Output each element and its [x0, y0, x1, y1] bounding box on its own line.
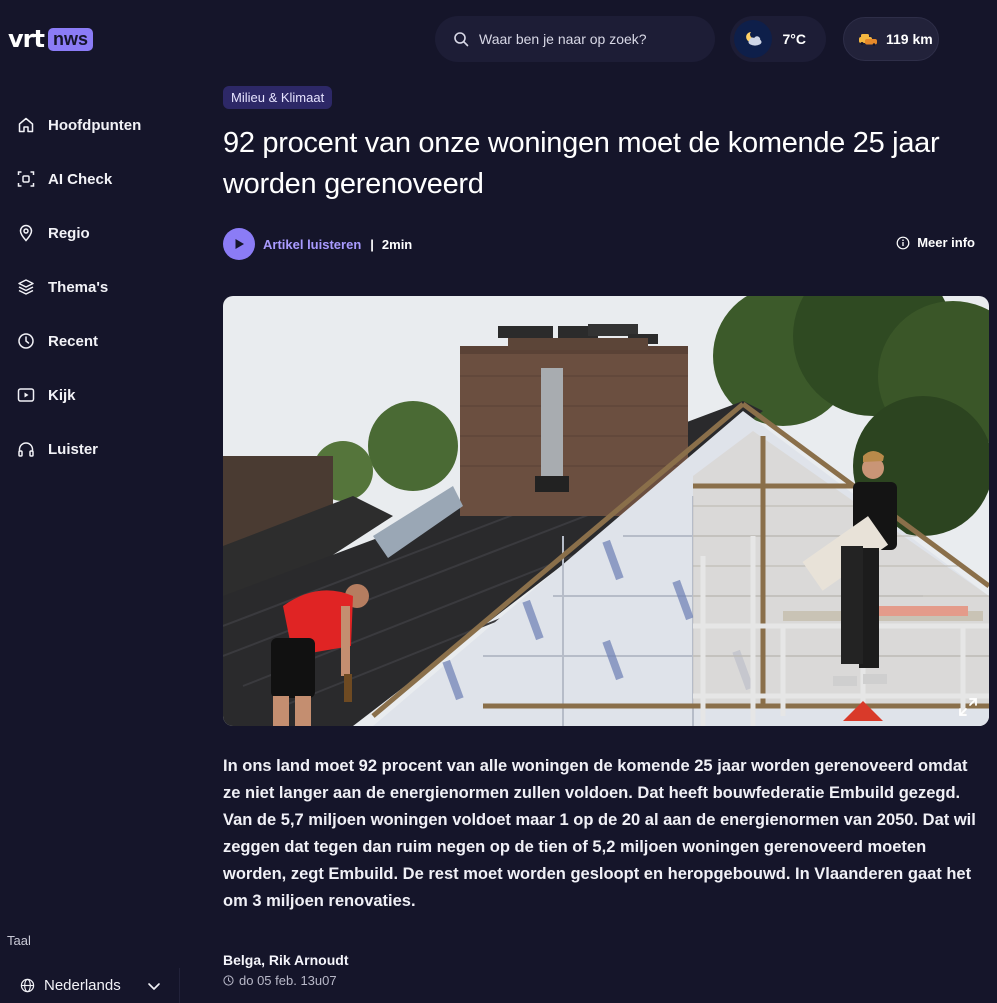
globe-icon: [20, 978, 35, 993]
info-icon: [896, 236, 910, 249]
article: Milieu & Klimaat 92 procent van onze won…: [223, 86, 989, 988]
sidebar-item-label: Thema's: [48, 278, 109, 296]
chevron-down-icon: [148, 983, 160, 990]
traffic-car-icon: [859, 34, 877, 46]
expand-icon[interactable]: [957, 696, 979, 718]
sidebar-item-regio[interactable]: Regio: [0, 206, 190, 260]
search-icon: [454, 32, 469, 47]
more-info-label: Meer info: [917, 235, 975, 250]
top-header: vrt nws Waar ben je naar op zoek? 7°C 11…: [0, 0, 997, 78]
language-select[interactable]: Nederlands: [0, 968, 180, 1003]
audio-duration: 2min: [381, 236, 413, 252]
sidebar-item-label: Kijk: [48, 386, 76, 404]
listen-article-link[interactable]: Artikel luisteren: [263, 237, 361, 252]
layers-icon: [18, 279, 34, 295]
sidebar-item-hoofdpunten[interactable]: Hoofdpunten: [0, 98, 190, 152]
search-bar[interactable]: Waar ben je naar op zoek?: [435, 16, 715, 62]
search-placeholder: Waar ben je naar op zoek?: [479, 31, 647, 47]
location-pin-icon: [19, 224, 33, 242]
weather-icon-bubble: [734, 20, 772, 58]
sidebar-item-label: Luister: [48, 440, 99, 458]
article-photo[interactable]: [223, 296, 989, 726]
headphones-icon: [18, 442, 34, 457]
language-value: Nederlands: [44, 977, 121, 994]
app-root: vrt nws Waar ben je naar op zoek? 7°C 11…: [0, 0, 997, 1003]
article-lead: In ons land moet 92 procent van alle won…: [223, 757, 976, 910]
listen-bar: Artikel luisteren | 2min Meer info: [223, 227, 989, 261]
category-tag[interactable]: Milieu & Klimaat: [223, 86, 333, 109]
clock-icon: [18, 333, 34, 349]
separator: |: [370, 236, 374, 252]
ai-scan-icon: [17, 171, 35, 187]
partly-cloudy-night-icon: [746, 32, 762, 46]
article-date-row: do 05 feb. 13u07: [223, 973, 989, 988]
weather-widget[interactable]: 7°C: [730, 16, 826, 62]
sidebar-nav: Hoofdpunten AI Check Regio Thema's Recen…: [0, 98, 190, 476]
play-screen-icon: [17, 388, 35, 402]
sidebar-item-recent[interactable]: Recent: [0, 314, 190, 368]
sidebar-item-label: Recent: [48, 332, 99, 350]
sidebar-item-label: AI Check: [48, 170, 113, 188]
sidebar-item-luister[interactable]: Luister: [0, 422, 190, 476]
logo-brand: vrt: [8, 25, 45, 53]
sidebar-item-themas[interactable]: Thema's: [0, 260, 190, 314]
language-label: Taal: [7, 933, 31, 948]
sidebar-item-ai-check[interactable]: AI Check: [0, 152, 190, 206]
clock-icon: [223, 975, 234, 986]
play-icon: [235, 239, 244, 249]
article-author: Belga, Rik Arnoudt: [223, 952, 349, 968]
sidebar-item-label: Hoofdpunten: [48, 116, 142, 134]
home-icon: [18, 117, 34, 133]
traffic-widget[interactable]: 119 km: [843, 17, 939, 61]
article-date: do 05 feb. 13u07: [239, 973, 337, 988]
more-info-button[interactable]: Meer info: [896, 235, 975, 250]
play-audio-button[interactable]: [223, 228, 255, 260]
article-photo-image: [223, 296, 989, 726]
traffic-distance: 119 km: [886, 31, 933, 47]
vrt-nws-logo[interactable]: vrt nws: [8, 27, 93, 51]
sidebar-item-label: Regio: [48, 224, 90, 242]
article-title: 92 procent van onze woningen moet de kom…: [223, 127, 940, 200]
sidebar-item-kijk[interactable]: Kijk: [0, 368, 190, 422]
weather-temperature: 7°C: [782, 31, 807, 47]
logo-badge: nws: [47, 27, 93, 51]
